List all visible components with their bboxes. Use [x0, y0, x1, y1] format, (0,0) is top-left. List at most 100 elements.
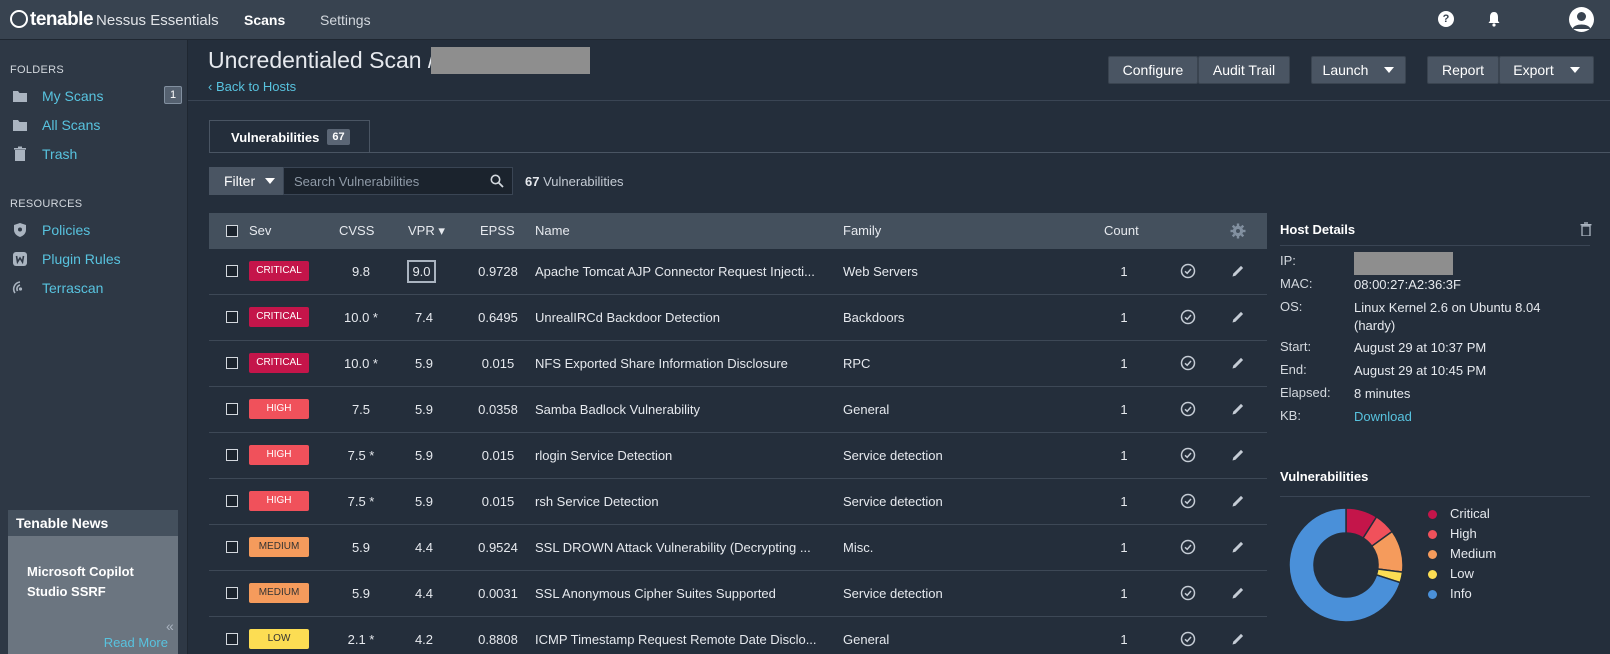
- row-checkbox[interactable]: [226, 587, 238, 599]
- plugin-icon: [13, 252, 27, 266]
- host-field-value: August 29 at 10:45 PM: [1354, 363, 1487, 378]
- edit-pencil-icon[interactable]: [1230, 401, 1246, 417]
- tab-label: Vulnerabilities: [231, 129, 320, 145]
- row-checkbox[interactable]: [226, 541, 238, 553]
- vpr-value: 5.9: [414, 356, 434, 371]
- sidebar-item-terrascan[interactable]: Terrascan: [12, 277, 182, 299]
- col-count[interactable]: Count: [1104, 223, 1139, 238]
- edit-pencil-icon[interactable]: [1230, 631, 1246, 647]
- table-row[interactable]: HIGH 7.5 * 5.9 0.015 rsh Service Detection Se…: [209, 479, 1267, 525]
- row-checkbox[interactable]: [226, 403, 238, 415]
- check-circle-icon[interactable]: [1180, 631, 1196, 647]
- severity-donut-chart: [1288, 507, 1404, 623]
- family-cell: Service detection: [843, 448, 943, 463]
- table-row[interactable]: MEDIUM 5.9 4.4 0.0031 SSL Anonymous Cipher S…: [209, 571, 1267, 617]
- back-to-hosts-link[interactable]: ‹ Back to Hosts: [208, 79, 296, 94]
- launch-button[interactable]: Launch: [1311, 56, 1406, 84]
- row-checkbox[interactable]: [226, 633, 238, 645]
- vpr-cell: 4.2: [403, 632, 445, 647]
- check-circle-icon[interactable]: [1180, 355, 1196, 371]
- sidebar-item-plugin-rules[interactable]: Plugin Rules: [12, 248, 182, 270]
- sidebar-item-all-scans[interactable]: All Scans: [12, 114, 182, 136]
- filter-button[interactable]: Filter: [209, 167, 283, 195]
- sidebar-item-policies[interactable]: Policies: [12, 219, 182, 241]
- check-circle-icon[interactable]: [1180, 309, 1196, 325]
- row-checkbox[interactable]: [226, 311, 238, 323]
- row-checkbox[interactable]: [226, 495, 238, 507]
- nav-scans[interactable]: Scans: [244, 12, 285, 28]
- check-circle-icon[interactable]: [1180, 493, 1196, 509]
- user-avatar-icon[interactable]: [1569, 7, 1594, 32]
- check-circle-icon[interactable]: [1180, 539, 1196, 555]
- check-circle-icon[interactable]: [1180, 401, 1196, 417]
- col-vpr[interactable]: VPR ▾: [408, 223, 445, 239]
- sidebar-item-my-scans[interactable]: My Scans 1: [12, 85, 182, 107]
- row-checkbox[interactable]: [226, 449, 238, 461]
- edit-pencil-icon[interactable]: [1230, 309, 1246, 325]
- vpr-cell: 7.4: [403, 310, 445, 325]
- table-row[interactable]: CRITICAL 9.8 9.0 0.9728 Apache Tomcat AJP Co…: [209, 249, 1267, 295]
- export-button[interactable]: Export: [1499, 56, 1594, 84]
- table-row[interactable]: MEDIUM 5.9 4.4 0.9524 SSL DROWN Attack Vulne…: [209, 525, 1267, 571]
- trash-icon[interactable]: [1580, 222, 1592, 236]
- bell-icon[interactable]: [1486, 11, 1502, 27]
- col-sev[interactable]: Sev: [249, 223, 271, 238]
- check-circle-icon[interactable]: [1180, 447, 1196, 463]
- check-circle-icon[interactable]: [1180, 263, 1196, 279]
- col-name[interactable]: Name: [535, 223, 570, 238]
- host-field-key: OS:: [1280, 299, 1303, 314]
- tab-vulnerabilities[interactable]: Vulnerabilities 67: [209, 120, 370, 153]
- table-row[interactable]: CRITICAL 10.0 * 7.4 0.6495 UnrealIRCd Backdo…: [209, 295, 1267, 341]
- search-input[interactable]: Search Vulnerabilities: [283, 167, 513, 195]
- sidebar-item-label: All Scans: [42, 117, 101, 133]
- table-row[interactable]: CRITICAL 10.0 * 5.9 0.015 NFS Exported Share…: [209, 341, 1267, 387]
- family-cell: Service detection: [843, 586, 943, 601]
- kb-download-link[interactable]: Download: [1354, 408, 1412, 426]
- table-row[interactable]: LOW 2.1 * 4.2 0.8808 ICMP Timestamp Request …: [209, 617, 1267, 654]
- vulnerability-count-label: Vulnerabilities: [543, 174, 624, 189]
- nav-settings[interactable]: Settings: [320, 12, 371, 28]
- vpr-value: 7.4: [414, 310, 434, 325]
- edit-pencil-icon[interactable]: [1230, 355, 1246, 371]
- configure-button[interactable]: Configure: [1108, 56, 1198, 84]
- edit-pencil-icon[interactable]: [1230, 263, 1246, 279]
- folders-heading: FOLDERS: [10, 64, 65, 76]
- edit-pencil-icon[interactable]: [1230, 539, 1246, 555]
- legend-swatch: [1428, 550, 1437, 559]
- row-checkbox[interactable]: [226, 265, 238, 277]
- table-row[interactable]: HIGH 7.5 * 5.9 0.015 rlogin Service Detectio…: [209, 433, 1267, 479]
- vpr-value: 5.9: [414, 402, 434, 417]
- search-icon[interactable]: [490, 174, 504, 188]
- host-field-key: End:: [1280, 362, 1307, 377]
- name-cell: Samba Badlock Vulnerability: [535, 402, 700, 417]
- row-checkbox[interactable]: [226, 357, 238, 369]
- severity-badge: CRITICAL: [249, 261, 309, 281]
- col-family[interactable]: Family: [843, 223, 881, 238]
- vulnerability-count: 67 Vulnerabilities: [525, 174, 624, 189]
- host-field-key: Start:: [1280, 339, 1312, 354]
- gear-icon[interactable]: [1230, 223, 1246, 239]
- tenable-logo[interactable]: tenable Nessus Essentials: [10, 9, 219, 31]
- news-title[interactable]: Microsoft Copilot Studio SSRF: [27, 562, 157, 602]
- select-all-checkbox[interactable]: [226, 225, 238, 237]
- report-button[interactable]: Report: [1427, 56, 1499, 84]
- sidebar-item-trash[interactable]: Trash: [12, 143, 182, 165]
- edit-pencil-icon[interactable]: [1230, 447, 1246, 463]
- host-field-key: KB:: [1280, 408, 1301, 423]
- chevron-down-icon: [265, 178, 276, 184]
- family-cell: RPC: [843, 356, 871, 371]
- news-read-more-link[interactable]: Read More: [104, 635, 168, 650]
- chevron-down-icon: [1384, 67, 1395, 73]
- help-icon[interactable]: ?: [1438, 11, 1454, 27]
- severity-badge: CRITICAL: [249, 307, 309, 327]
- collapse-sidebar-button[interactable]: «: [166, 618, 174, 634]
- col-epss[interactable]: EPSS: [480, 223, 515, 238]
- check-circle-icon[interactable]: [1180, 585, 1196, 601]
- edit-pencil-icon[interactable]: [1230, 585, 1246, 601]
- table-row[interactable]: HIGH 7.5 5.9 0.0358 Samba Badlock Vulnerabil…: [209, 387, 1267, 433]
- col-cvss[interactable]: CVSS: [339, 223, 374, 238]
- edit-pencil-icon[interactable]: [1230, 493, 1246, 509]
- legend-swatch: [1428, 530, 1437, 539]
- sidebar-item-label: Plugin Rules: [42, 251, 121, 267]
- audit-trail-button[interactable]: Audit Trail: [1198, 56, 1290, 84]
